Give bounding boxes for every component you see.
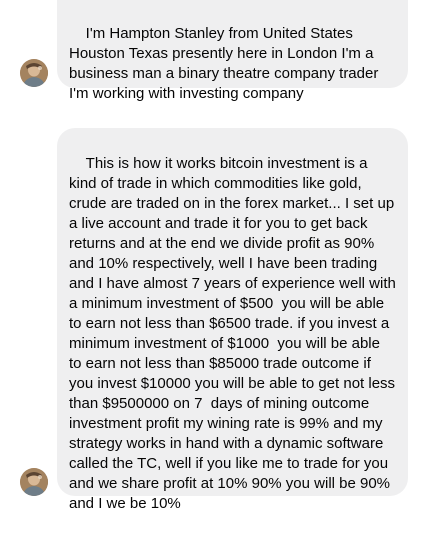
avatar-photo-icon <box>20 59 48 87</box>
sender-avatar[interactable] <box>20 468 48 496</box>
message-text: I'm Hampton Stanley from United States H… <box>69 25 383 102</box>
message-bubble[interactable]: I'm Hampton Stanley from United States H… <box>57 0 408 102</box>
message-bubble[interactable]: This is how it works bitcoin investment … <box>57 128 408 512</box>
avatar-photo-icon <box>20 468 48 496</box>
sender-avatar[interactable] <box>20 59 48 87</box>
message-text: This is how it works bitcoin investment … <box>69 155 401 512</box>
